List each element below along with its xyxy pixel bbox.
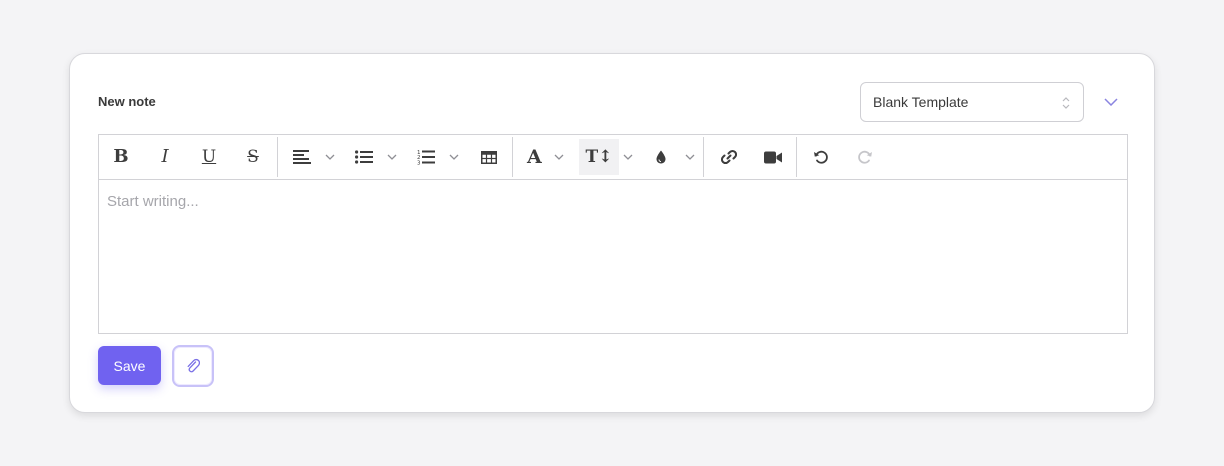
italic-button[interactable]: I — [153, 135, 177, 179]
template-select-value: Blank Template — [873, 94, 969, 110]
bold-icon: B — [113, 146, 129, 167]
bullet-list-icon — [355, 150, 373, 164]
chevron-down-icon — [1104, 98, 1118, 106]
text-color-dropdown[interactable] — [651, 135, 701, 179]
svg-text:3: 3 — [417, 161, 421, 166]
editor: B I U S 1 2 3 A T↕ Start writing... — [98, 134, 1128, 334]
undo-button[interactable] — [809, 135, 833, 179]
template-select[interactable]: Blank Template — [860, 82, 1084, 122]
underline-icon: U — [201, 146, 217, 167]
bullet-list-dropdown[interactable] — [349, 135, 405, 179]
chevron-down-icon — [623, 154, 633, 160]
chevron-down-icon — [554, 154, 564, 160]
table-icon — [481, 150, 497, 164]
align-dropdown[interactable] — [287, 135, 341, 179]
insert-link-button[interactable] — [717, 135, 741, 179]
toolbar-divider — [796, 137, 797, 177]
numbered-list-icon: 1 2 3 — [417, 150, 435, 166]
text-size-button[interactable]: T↕ — [579, 139, 619, 175]
insert-video-button[interactable] — [761, 135, 785, 179]
editor-toolbar: B I U S 1 2 3 A T↕ — [99, 135, 1127, 180]
editor-text-area[interactable]: Start writing... — [99, 180, 1127, 223]
insert-table-button[interactable] — [477, 135, 501, 179]
toolbar-divider — [512, 137, 513, 177]
redo-button[interactable] — [853, 135, 877, 179]
font-dropdown[interactable]: A — [523, 135, 575, 179]
align-left-icon — [293, 150, 311, 164]
note-card: New note Blank Template B I U S 1 2 3 A … — [69, 53, 1155, 413]
editor-placeholder: Start writing... — [107, 193, 199, 210]
attach-file-button[interactable] — [172, 345, 214, 387]
text-size-icon: T↕ — [585, 146, 613, 167]
note-title: New note — [98, 94, 156, 109]
color-drop-icon — [656, 150, 666, 164]
chevron-down-icon — [685, 154, 695, 160]
toolbar-divider — [703, 137, 704, 177]
chevron-down-icon — [449, 154, 459, 160]
chevron-down-icon — [387, 154, 397, 160]
underline-button[interactable]: U — [197, 135, 221, 179]
strikethrough-button[interactable]: S — [241, 135, 265, 179]
video-icon — [764, 151, 782, 163]
toolbar-divider — [277, 137, 278, 177]
paperclip-icon — [187, 358, 200, 373]
link-icon — [721, 149, 737, 165]
chevron-down-icon — [325, 154, 335, 160]
text-size-dropdown-toggle[interactable] — [621, 135, 635, 179]
save-button[interactable]: Save — [98, 346, 161, 385]
updown-icon — [1062, 97, 1070, 109]
redo-icon — [858, 150, 872, 164]
undo-icon — [814, 150, 828, 164]
collapse-toggle-button[interactable] — [1102, 94, 1120, 110]
bold-button[interactable]: B — [109, 135, 133, 179]
numbered-list-dropdown[interactable]: 1 2 3 — [411, 135, 467, 179]
strikethrough-icon: S — [247, 146, 259, 167]
italic-icon: I — [161, 146, 169, 167]
font-icon: A — [527, 145, 542, 168]
